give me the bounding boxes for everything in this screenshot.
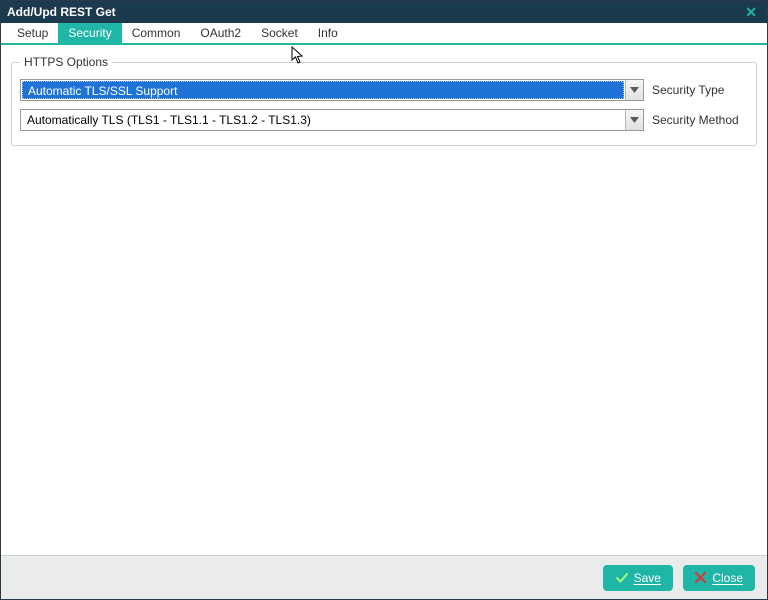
row-security-method: Automatically TLS (TLS1 - TLS1.1 - TLS1.…: [20, 109, 748, 131]
close-button[interactable]: Close: [683, 565, 755, 591]
tab-security[interactable]: Security: [58, 23, 121, 43]
security-method-label: Security Method: [652, 113, 748, 127]
save-button[interactable]: Save: [603, 565, 673, 591]
https-options-group: HTTPS Options Automatic TLS/SSL Support …: [11, 55, 757, 146]
tab-setup[interactable]: Setup: [7, 23, 58, 43]
row-security-type: Automatic TLS/SSL Support Security Type: [20, 79, 748, 101]
security-method-value: Automatically TLS (TLS1 - TLS1.1 - TLS1.…: [21, 113, 625, 127]
titlebar: Add/Upd REST Get ✕: [1, 1, 767, 23]
tab-oauth2[interactable]: OAuth2: [190, 23, 251, 43]
tab-info[interactable]: Info: [308, 23, 348, 43]
tabbar: Setup Security Common OAuth2 Socket Info: [1, 23, 767, 45]
dialog-window: Add/Upd REST Get ✕ Setup Security Common…: [0, 0, 768, 600]
close-label: Close: [712, 571, 743, 585]
security-type-value: Automatic TLS/SSL Support: [22, 81, 624, 99]
x-icon: [695, 572, 706, 583]
tab-common[interactable]: Common: [122, 23, 191, 43]
close-icon[interactable]: ✕: [741, 4, 761, 21]
check-icon: [616, 572, 628, 584]
tab-socket[interactable]: Socket: [251, 23, 308, 43]
security-type-combo[interactable]: Automatic TLS/SSL Support: [20, 79, 644, 101]
security-method-combo[interactable]: Automatically TLS (TLS1 - TLS1.1 - TLS1.…: [20, 109, 644, 131]
save-label: Save: [634, 571, 661, 585]
footer: Save Close: [1, 555, 767, 599]
security-type-label: Security Type: [652, 83, 748, 97]
chevron-down-icon[interactable]: [625, 110, 643, 130]
group-legend: HTTPS Options: [20, 55, 112, 69]
client-area: HTTPS Options Automatic TLS/SSL Support …: [1, 45, 767, 555]
chevron-down-icon[interactable]: [625, 80, 643, 100]
window-title: Add/Upd REST Get: [7, 5, 741, 19]
